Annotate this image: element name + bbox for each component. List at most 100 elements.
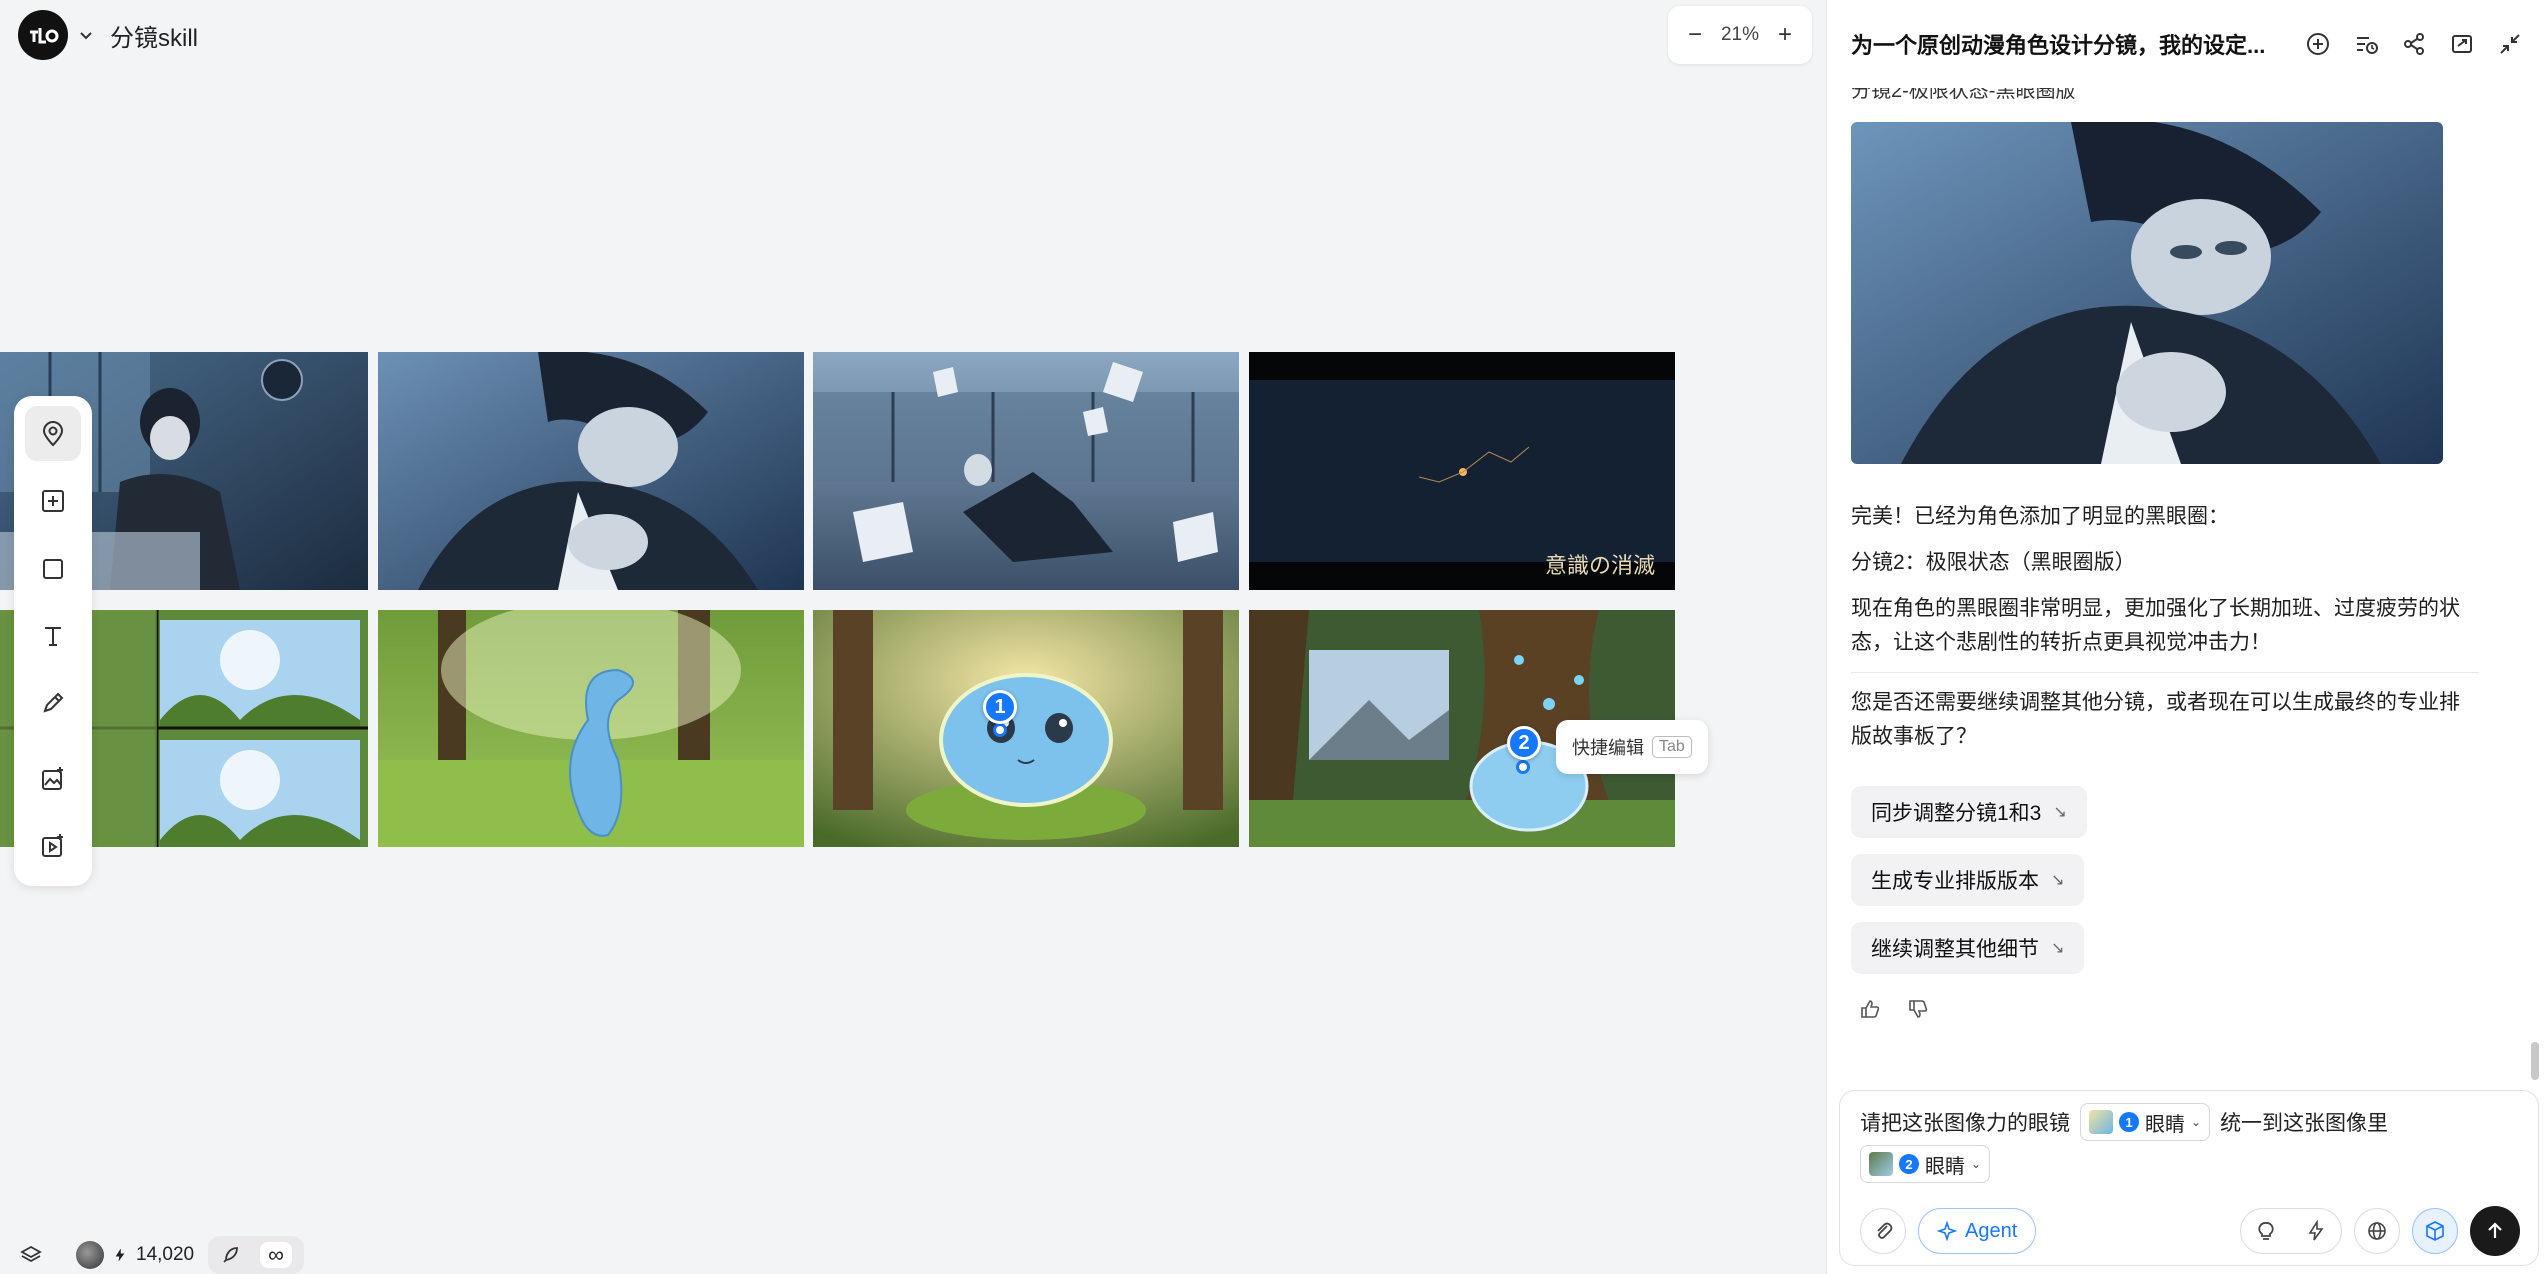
pin-tool[interactable] [25,406,81,462]
arrow-up-icon [2488,1222,2502,1238]
assistant-question: 您是否还需要继续调整其他分镜，或者现在可以生成最终的专业排版故事板了？ [1851,691,2460,748]
chat-title[interactable]: 为一个原创动漫角色设计分镜，我的设定... [1851,28,2305,60]
infinity-button[interactable]: ∞ [260,1242,292,1268]
credits-count: 14,020 [136,1244,195,1265]
rectangle-tool[interactable] [25,541,81,596]
storyboard-frame-falling-papers[interactable] [813,352,1239,590]
reference-thumbnail [1869,1152,1893,1176]
feedback-buttons [1859,998,1929,1020]
pencil-icon [43,693,64,714]
storyboard-frame-slime-eyes[interactable] [813,610,1239,847]
chat-panel: 为一个原创动漫角色设计分镜，我的设定... 分镜2-极限状态-黑眼圈版 完美！已… [1826,0,2546,1274]
text-icon [45,627,61,647]
assistant-message: 完美！已经为角色添加了明显的黑眼圈： [1851,505,2229,528]
sparkle-icon [1937,1221,1957,1241]
arrow-icon: ↘ [2051,940,2065,957]
scrollbar[interactable] [2531,1042,2539,1080]
reference-number: 2 [1899,1154,1919,1174]
composer-text: 统一到这张图像里 [2220,1112,2389,1135]
quick-edit-tooltip[interactable]: 快捷编辑 Tab [1556,720,1708,774]
send-button[interactable] [2470,1206,2520,1256]
lightning-icon [115,1248,125,1262]
storyboard-frame-character-chest-pain[interactable] [378,352,804,590]
composer-actions: Agent [1860,1206,2520,1256]
assistant-message: 现在角色的黑眼圈非常明显，更加强化了长期加班、过度疲劳的状态，让这个悲剧性的转折… [1851,597,2460,654]
shortcut-key: Tab [1652,736,1692,758]
suggestion-label: 生成专业排版版本 [1871,870,2039,893]
fast-mode-button[interactable] [2291,1209,2341,1253]
globe-icon [2368,1222,2386,1240]
thumbs-down-icon[interactable] [1907,998,1929,1020]
frame-caption: 意識の消滅 [1544,554,1655,579]
chevron-down-icon[interactable] [78,27,94,43]
attach-button[interactable] [1860,1208,1906,1254]
image-generate-tool[interactable] [25,751,81,806]
mode-toggle: ∞ [208,1236,304,1274]
reference-number: 1 [2119,1112,2139,1132]
marker-2[interactable]: 2 [1507,726,1541,760]
model-3d-button[interactable] [2412,1208,2458,1254]
message-composer[interactable]: 请把这张图像力的眼镜 1 眼睛 ⌄ 统一到这张图像里 2 眼睛 ⌄ Agent [1839,1090,2539,1266]
share-icon[interactable] [2401,31,2427,57]
composer-text: 请把这张图像力的眼镜 [1860,1112,2070,1135]
storyboard-frame-slime-emerging[interactable] [378,610,804,847]
export-icon[interactable] [2449,31,2475,57]
logo-mark-icon [30,28,59,44]
zoom-control: − 21% + [1668,6,1812,64]
zoom-out-button[interactable]: − [1684,21,1706,49]
location-pin-icon [42,420,64,447]
quick-edit-label: 快捷编辑 [1572,738,1644,758]
web-search-button[interactable] [2354,1208,2400,1254]
lightbulb-icon [2258,1222,2274,1240]
avatar [76,1241,104,1269]
suggestion-more-details[interactable]: 继续调整其他细节 ↘ [1851,922,2085,974]
chevron-down-icon: ⌄ [1971,1157,1982,1171]
assistant-message-heading: 分镜2：极限状态（黑眼圈版） [1851,551,2136,574]
bottom-status-bar: 14,020 ∞ [20,1236,304,1274]
history-icon[interactable] [2353,31,2379,57]
mode-segment [2240,1208,2342,1254]
marker-1[interactable]: 1 [983,690,1017,724]
agent-mode-button[interactable]: Agent [1918,1208,2037,1254]
suggestion-sync-frames[interactable]: 同步调整分镜1和3 ↘ [1851,786,2087,838]
add-frame-tool[interactable] [25,473,81,528]
zoom-level[interactable]: 21% [1721,24,1759,46]
arrow-icon: ↘ [2051,872,2065,889]
cube-icon [2426,1221,2444,1241]
pen-tool[interactable] [25,676,81,731]
video-add-icon [42,834,63,858]
thumbs-up-icon[interactable] [1859,998,1881,1020]
suggestion-pro-layout[interactable]: 生成专业排版版本 ↘ [1851,854,2085,906]
reference-thumbnail [2089,1110,2113,1134]
new-chat-icon[interactable] [2305,31,2331,57]
add-box-icon [42,490,64,513]
chevron-down-icon: ⌄ [2191,1115,2202,1129]
project-title[interactable]: 分镜skill [110,18,198,53]
credits-display[interactable]: 14,020 [76,1241,194,1269]
chat-header: 为一个原创动漫角色设计分镜，我的设定... [1827,0,2546,88]
canvas[interactable]: 分镜skill − 21% + 意識の消滅 1 2 快捷编辑 Tab 14,02… [0,0,1826,1274]
divider [1851,672,2479,673]
suggestion-label: 继续调整其他细节 [1871,938,2039,961]
idea-mode-button[interactable] [2241,1209,2291,1253]
layers-icon[interactable] [20,1244,42,1266]
reference-label: 眼睛 [2145,1113,2185,1136]
image-add-icon [42,766,63,790]
marker-anchor [993,723,1007,737]
reference-chip-2[interactable]: 2 眼睛 ⌄ [1860,1145,1991,1183]
generated-image[interactable] [1851,122,2443,464]
text-tool[interactable] [25,608,81,663]
reference-chip-1[interactable]: 1 眼睛 ⌄ [2080,1103,2211,1141]
storyboard-frame-consciousness-fade[interactable]: 意識の消滅 [1249,352,1675,590]
reference-label: 眼睛 [1925,1155,1965,1178]
collapse-icon[interactable] [2497,31,2523,57]
rocket-icon[interactable] [220,1244,242,1266]
video-generate-tool[interactable] [25,819,81,874]
app-logo[interactable] [18,10,68,60]
arrow-icon: ↘ [2053,804,2067,821]
tool-palette [14,396,92,886]
project-header: 分镜skill [18,10,198,60]
zoom-in-button[interactable]: + [1774,21,1796,49]
paperclip-icon [1877,1222,1893,1239]
marker-anchor [1516,760,1530,774]
